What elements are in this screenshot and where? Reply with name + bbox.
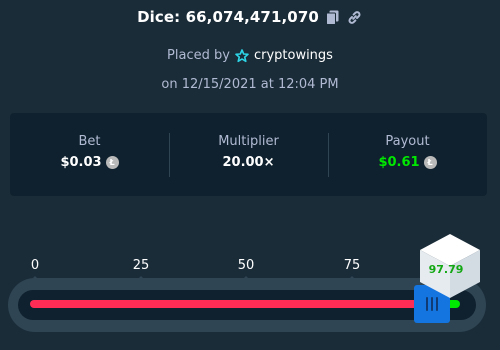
payout-value: $0.61 (378, 155, 420, 170)
tick-label: 75 (343, 258, 361, 273)
bet-stats-panel: Bet $0.03 Ł Multiplier 20.00× Payout $0.… (10, 113, 487, 196)
link-icon[interactable] (347, 9, 363, 25)
bet-label: Bet (78, 134, 101, 149)
placed-by-label: Placed by (167, 48, 230, 63)
tick-label: 0 (30, 258, 40, 273)
bet-title: Dice: 66,074,471,070 (137, 8, 319, 26)
multiplier-value-row: 20.00× (222, 155, 274, 170)
payout-label: Payout (385, 134, 430, 149)
copy-icon[interactable] (325, 9, 341, 25)
bet-value: $0.03 (60, 155, 102, 170)
litecoin-icon: Ł (105, 156, 119, 169)
multiplier-label: Multiplier (218, 134, 279, 149)
bet-value-row: $0.03 Ł (60, 155, 119, 170)
tick-label: 50 (237, 258, 255, 273)
multiplier-value: 20.00× (222, 155, 275, 170)
result-value: 97.79 (428, 263, 464, 276)
stat-payout: Payout $0.61 Ł (328, 113, 487, 196)
litecoin-icon: Ł (423, 156, 437, 169)
star-badge-icon (235, 48, 249, 63)
tick-label: 25 (132, 258, 150, 273)
title-row: Dice: 66,074,471,070 (0, 4, 500, 30)
stat-bet: Bet $0.03 Ł (10, 113, 169, 196)
placed-by-row: Placed by cryptowings (0, 48, 500, 63)
bet-date: on 12/15/2021 at 12:04 PM (161, 77, 339, 92)
username-link[interactable]: cryptowings (254, 48, 333, 63)
stat-multiplier: Multiplier 20.00× (169, 113, 328, 196)
payout-value-row: $0.61 Ł (378, 155, 437, 170)
dice-bet-detail: Dice: 66,074,471,070 Placed by cryptowin… (0, 0, 500, 350)
slider-lose-range (30, 300, 430, 308)
